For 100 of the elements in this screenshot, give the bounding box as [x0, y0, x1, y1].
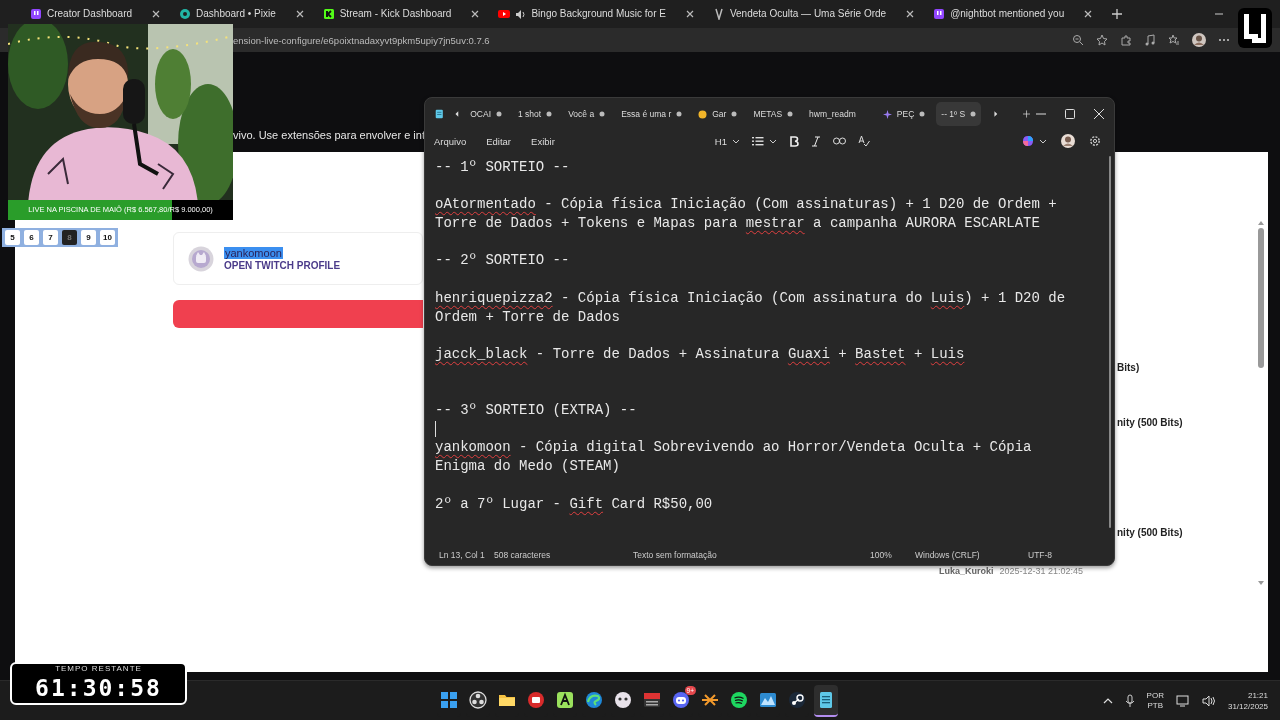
clock-date[interactable]: 31/12/2025 — [1227, 700, 1268, 712]
menu-item[interactable]: Arquivo — [434, 135, 467, 147]
record-icon — [468, 689, 488, 710]
scroll-down-icon[interactable] — [1257, 580, 1265, 586]
profile-link[interactable]: OPEN TWITCH PROFILE — [224, 259, 341, 271]
microphone-icon[interactable] — [1124, 693, 1135, 708]
maximize-icon[interactable] — [1065, 109, 1075, 119]
scroll-right-icon[interactable] — [993, 109, 999, 119]
close-icon[interactable] — [294, 9, 305, 19]
avatar-icon[interactable] — [1192, 33, 1206, 47]
list-icon — [751, 136, 764, 146]
new-tab-icon[interactable] — [1022, 109, 1030, 119]
windows-icon — [439, 689, 459, 710]
text-line: 2º a 7º Lugar - Gift Card R$50,00 — [435, 494, 714, 514]
clock-time[interactable]: 21:21 — [1247, 689, 1268, 701]
chevron-icon — [1039, 138, 1047, 144]
copilot-dropdown[interactable] — [1022, 135, 1047, 147]
browser-tab[interactable]: Vendeta Oculta — Uma Série Orde — [704, 5, 922, 23]
italic-icon[interactable] — [810, 135, 821, 147]
status-text: 508 caracteres — [494, 549, 552, 560]
heading-dropdown[interactable]: H1 — [714, 135, 740, 147]
play-icon — [498, 8, 511, 20]
coin-icon — [698, 109, 708, 119]
zoom-icon[interactable] — [1072, 34, 1084, 46]
settings-icon[interactable] — [1089, 135, 1101, 147]
sparkle-icon — [882, 109, 892, 119]
number-tab[interactable]: 7 — [43, 230, 58, 245]
document-tab[interactable]: hwm_readm — [804, 102, 872, 126]
reward-text: Bits) — [1117, 362, 1140, 373]
star-icon[interactable] — [1096, 34, 1108, 46]
timestamp: 2025-12-31 21:02:45 — [999, 566, 1083, 576]
unsaved-dot-icon — [970, 111, 977, 117]
text-line: jacck_black - Torre de Dados + Assinatura Guaxi + Bastet + Luis — [435, 344, 966, 364]
music-icon — [729, 689, 749, 710]
number-tab[interactable]: 6 — [24, 230, 39, 245]
menu-item[interactable]: Exibir — [531, 135, 555, 147]
close-icon[interactable] — [151, 9, 162, 19]
document-tab[interactable]: PEÇ — [877, 102, 931, 126]
close-icon[interactable] — [470, 9, 481, 19]
scrollbar[interactable] — [1109, 156, 1111, 528]
document-tab[interactable]: Essa é uma r — [616, 102, 688, 126]
taskbar-app[interactable] — [814, 684, 838, 717]
status-text: Texto sem formatação — [633, 549, 718, 560]
status-text: Windows (CRLF) — [915, 549, 981, 560]
browser-tab[interactable]: @nightbot mentioned you — [925, 5, 1100, 23]
close-icon[interactable] — [1083, 9, 1094, 19]
scroll-left-icon[interactable] — [453, 109, 460, 119]
new-tab-icon[interactable] — [1111, 8, 1124, 20]
browser-tab[interactable]: Bingo Background Music for E — [490, 5, 701, 23]
favorites-icon[interactable] — [1168, 34, 1180, 46]
chat-icon — [30, 8, 42, 20]
spellcheck-icon[interactable] — [857, 135, 870, 147]
document-tab[interactable]: Você a — [563, 102, 611, 126]
language-text[interactable]: POR — [1146, 690, 1164, 701]
menu-item[interactable]: Editar — [486, 135, 512, 147]
url-text[interactable]: ension-live-configure/e6poixtnadaxyvt9pkm5upiy7jn5uv:0.7.6 — [233, 34, 490, 46]
close-icon[interactable] — [1094, 109, 1104, 119]
extension-icon[interactable] — [1120, 34, 1132, 46]
app-icon — [555, 689, 575, 710]
document-tab[interactable]: Gar — [693, 102, 743, 126]
bold-icon[interactable] — [788, 135, 799, 147]
scroll-up-icon[interactable] — [1257, 220, 1265, 226]
close-icon[interactable] — [905, 9, 916, 19]
speaker-icon[interactable] — [515, 8, 527, 20]
number-tab[interactable]: 10 — [100, 230, 115, 245]
ring-icon — [179, 8, 192, 20]
text-cursor — [435, 421, 436, 438]
text-line: oAtormentado - Cópia física Iniciação (Com assinaturas) + 1 D20 de Ordem + Torre de Dados + Tokens e Mapas para mestrar a campanha AURORA ESCARLATE — [435, 195, 1058, 233]
logo-icon — [1238, 8, 1272, 48]
status-text: UTF-8 — [1028, 549, 1053, 560]
browser-tab[interactable]: Creator Dashboard — [22, 5, 168, 23]
list-dropdown[interactable] — [751, 136, 777, 146]
avatar-icon[interactable] — [1061, 134, 1075, 148]
number-tab[interactable]: 9 — [81, 230, 96, 245]
notepad-icon — [435, 107, 444, 121]
timer-title: TEMPO RESTANTE — [55, 664, 142, 674]
chevron-icon — [768, 138, 777, 144]
avatar-icon — [188, 245, 214, 272]
document-tab[interactable]: OCAI — [465, 102, 507, 126]
browser-tab[interactable]: Stream - Kick Dashboard — [314, 5, 487, 23]
unsaved-dot-icon — [787, 111, 794, 117]
number-tab[interactable]: 5 — [5, 230, 20, 245]
network-icon[interactable] — [1175, 694, 1190, 707]
username: Luka_Kuroki — [938, 566, 994, 576]
chat-icon — [933, 8, 946, 20]
v-icon — [712, 8, 725, 20]
document-tab[interactable]: -- 1º S — [936, 102, 982, 126]
document-tab[interactable]: METAS — [748, 102, 799, 126]
browser-tab[interactable]: Dashboard • Pixie — [171, 5, 311, 23]
app-icon — [526, 689, 546, 710]
number-tab[interactable]: 8 — [62, 230, 77, 245]
scroll-thumb[interactable] — [1258, 228, 1264, 368]
link-icon[interactable] — [832, 137, 846, 145]
volume-icon[interactable] — [1201, 694, 1216, 707]
layout-text[interactable]: PTB — [1147, 700, 1164, 711]
music-icon[interactable] — [1144, 34, 1156, 46]
unsaved-dot-icon — [546, 111, 553, 117]
copilot-icon — [1022, 135, 1034, 147]
document-tab[interactable]: 1 shot — [513, 102, 558, 126]
close-icon[interactable] — [684, 9, 695, 19]
